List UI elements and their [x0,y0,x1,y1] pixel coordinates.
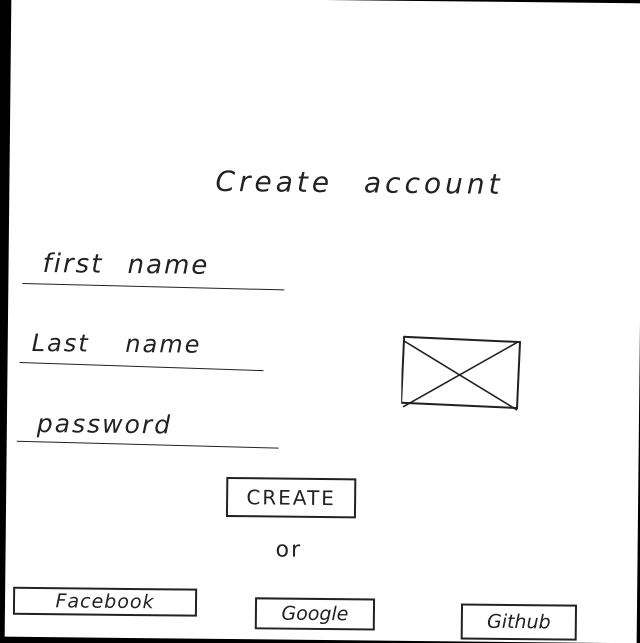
first-name-field[interactable]: first name [11,0,640,291]
image-placeholder-icon [400,335,522,416]
first-name-label: first name [42,249,210,281]
page-title: Create account [215,164,504,201]
create-button[interactable]: CREATE [225,476,357,519]
first-name-underline [22,283,285,291]
github-button[interactable]: Github [460,603,578,641]
password-label: password [36,409,173,440]
or-separator: or [275,537,303,563]
sketch-paper: Create account first name Last name pass… [4,0,640,643]
last-name-field[interactable]: Last name [11,0,640,372]
facebook-button[interactable]: Facebook [12,586,198,617]
last-name-label: Last name [31,328,202,359]
password-field[interactable]: password [11,0,640,449]
last-name-underline [19,362,264,372]
google-button[interactable]: Google [254,597,376,631]
password-underline [16,440,279,449]
